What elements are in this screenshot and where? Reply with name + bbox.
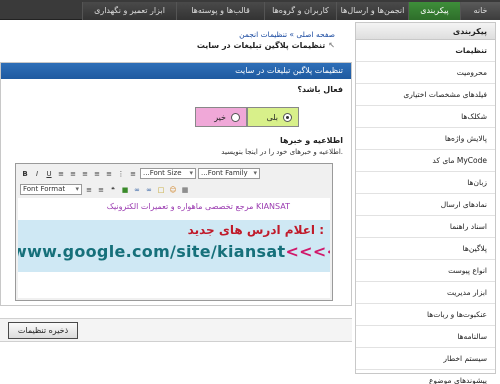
bullet-list-icon[interactable]: ⋮ [116,169,126,179]
top-nav-bar: خانه پیکربندی انجمن‌ها و ارسال‌ها کاربرا… [0,0,500,20]
chevron-down-icon: ▾ [253,169,257,177]
unlink-icon[interactable]: ∞ [144,185,154,195]
indent-icon[interactable]: ≡ [84,185,94,195]
sidebar-item-mod-tools[interactable]: ابزار مدیریت [356,282,495,304]
sidebar-item-warning-system[interactable]: سیستم اخطار [356,348,495,370]
news-label: اطلاعیه و خبرها [279,136,343,145]
sidebar-item-plugins[interactable]: پلاگین‌ها [356,238,495,260]
chevron-down-icon: ▾ [189,169,193,177]
save-settings-button[interactable]: ذخیره تنظیمات [8,322,78,339]
strikethrough-icon[interactable]: ≡ [56,169,66,179]
radio-yes-button[interactable] [283,112,292,122]
align-justify-icon[interactable]: ≡ [104,169,114,179]
tab-users-groups[interactable]: کاربران و گروه‌ها [264,2,336,20]
bold-icon[interactable]: B [20,169,30,179]
save-bar: ذخیره تنظیمات [0,318,352,342]
chevron-down-icon: ▾ [75,185,79,193]
source-icon[interactable]: ▦ [180,185,190,195]
sidebar-item-word-filters[interactable]: پالایش واژه‌ها [356,128,495,150]
banner-arrows: <<<< [285,242,330,261]
link-icon[interactable]: ∞ [132,185,142,195]
smiley-icon[interactable]: ☺ [168,185,178,195]
tab-configuration[interactable]: پیکربندی [408,2,460,20]
sidebar-item-spiders-bots[interactable]: عنکبوت‌ها و ربات‌ها [356,304,495,326]
font-size-label: ...Font Size [143,169,182,177]
underline-icon[interactable]: U [44,169,54,179]
sidebar-item-help-docs[interactable]: اسناد راهنما [356,216,495,238]
font-size-select[interactable]: ...Font Size ▾ [140,168,196,179]
quote-icon[interactable]: ❝ [108,185,118,195]
align-right-icon[interactable]: ≡ [92,169,102,179]
sidebar-item-thread-prefixes[interactable]: پیشوندهای موضوع [356,370,495,384]
active-question-label: فعال باشد؟ [297,85,343,94]
font-family-select[interactable]: ...Font Family ▾ [198,168,260,179]
tab-forums-posts[interactable]: انجمن‌ها و ارسال‌ها [336,2,408,20]
breadcrumb[interactable]: صفحه اصلی » تنظیمات انجمن [239,30,335,39]
sidebar: پیکربندی تنظیمات محرومیت فیلدهای مشخصات … [355,22,496,384]
sidebar-title: پیکربندی [356,23,495,40]
sidebar-item-attachment-types[interactable]: انواع پیوست [356,260,495,282]
page-title: تنظیمات پلاگین تبلیغات در سایت ↖ [197,41,335,50]
arrow-left-icon: ↖ [328,41,335,50]
rich-text-editor: B I U ≡ ≡ ≡ ≡ ≡ ⋮ ≡ ...Font Size ▾ ...Fon… [15,163,333,301]
sidebar-item-languages[interactable]: زبان‌ها [356,172,495,194]
sidebar-item-smilies[interactable]: شکلک‌ها [356,106,495,128]
tab-templates-themes[interactable]: قالب‌ها و پوسته‌ها [176,2,264,20]
address-banner: اعلام ادرس های جدید : www.google.com/sit… [18,220,330,272]
banner-url-line: www.google.com/site/kiansat<<<< [18,242,330,261]
outdent-icon[interactable]: ≡ [96,185,106,195]
editor-toolbar-row-2: Font Format ▾ ≡ ≡ ❝ ■ ∞ ∞ □ ☺ ▦ [20,183,190,196]
sidebar-item-post-icons[interactable]: نمادهای ارسال [356,194,495,216]
sidebar-item-calendars[interactable]: سالنامه‌ها [356,326,495,348]
banner-headline: اعلام ادرس های جدید : [187,223,324,237]
align-center-icon[interactable]: ≡ [80,169,90,179]
paste-icon[interactable]: ■ [120,185,130,195]
editor-content-area[interactable]: مرجع تخصصی ماهواره و تعمیرات الکترونیک K… [18,198,330,298]
align-left-icon[interactable]: ≡ [68,169,78,179]
italic-icon[interactable]: I [32,169,42,179]
banner-url: www.google.com/site/kiansat [18,242,286,261]
radio-option-yes[interactable]: بلی [247,107,299,127]
active-radio-group: خیر بلی [195,107,299,127]
radio-no-button[interactable] [231,112,240,122]
page-title-text: تنظیمات پلاگین تبلیغات در سایت [196,41,326,50]
tab-tools-maintenance[interactable]: ابزار تعمیر و نگهداری [82,2,176,20]
settings-panel: تنظیمات پلاگین تبلیغات در سایت فعال باشد… [0,62,352,306]
sidebar-item-bans[interactable]: محرومیت [356,62,495,84]
radio-yes-label: بلی [266,112,278,122]
font-family-label: ...Font Family [201,169,248,177]
radio-no-label: خیر [214,112,226,122]
news-description: اطلاعیه و خبرهای خود را در اینجا بنویسید… [221,148,343,156]
font-format-select[interactable]: Font Format ▾ [20,184,82,195]
sidebar-items: تنظیمات محرومیت فیلدهای مشخصات اختیاری ش… [356,40,495,384]
image-icon[interactable]: □ [156,185,166,195]
editor-toolbar-row-1: B I U ≡ ≡ ≡ ≡ ≡ ⋮ ≡ ...Font Size ▾ ...Fon… [20,167,260,180]
sidebar-item-profile-fields[interactable]: فیلدهای مشخصات اختیاری [356,84,495,106]
editor-slogan-text: مرجع تخصصی ماهواره و تعمیرات الکترونیک K… [106,202,290,211]
numbered-list-icon[interactable]: ≡ [128,169,138,179]
font-format-label: Font Format [23,185,66,193]
tab-home[interactable]: خانه [460,2,500,20]
sidebar-item-settings[interactable]: تنظیمات [356,40,495,62]
panel-header: تنظیمات پلاگین تبلیغات در سایت [1,63,351,79]
radio-option-no[interactable]: خیر [195,107,247,127]
sidebar-item-mycode[interactable]: مای کد MyCode [356,150,495,172]
